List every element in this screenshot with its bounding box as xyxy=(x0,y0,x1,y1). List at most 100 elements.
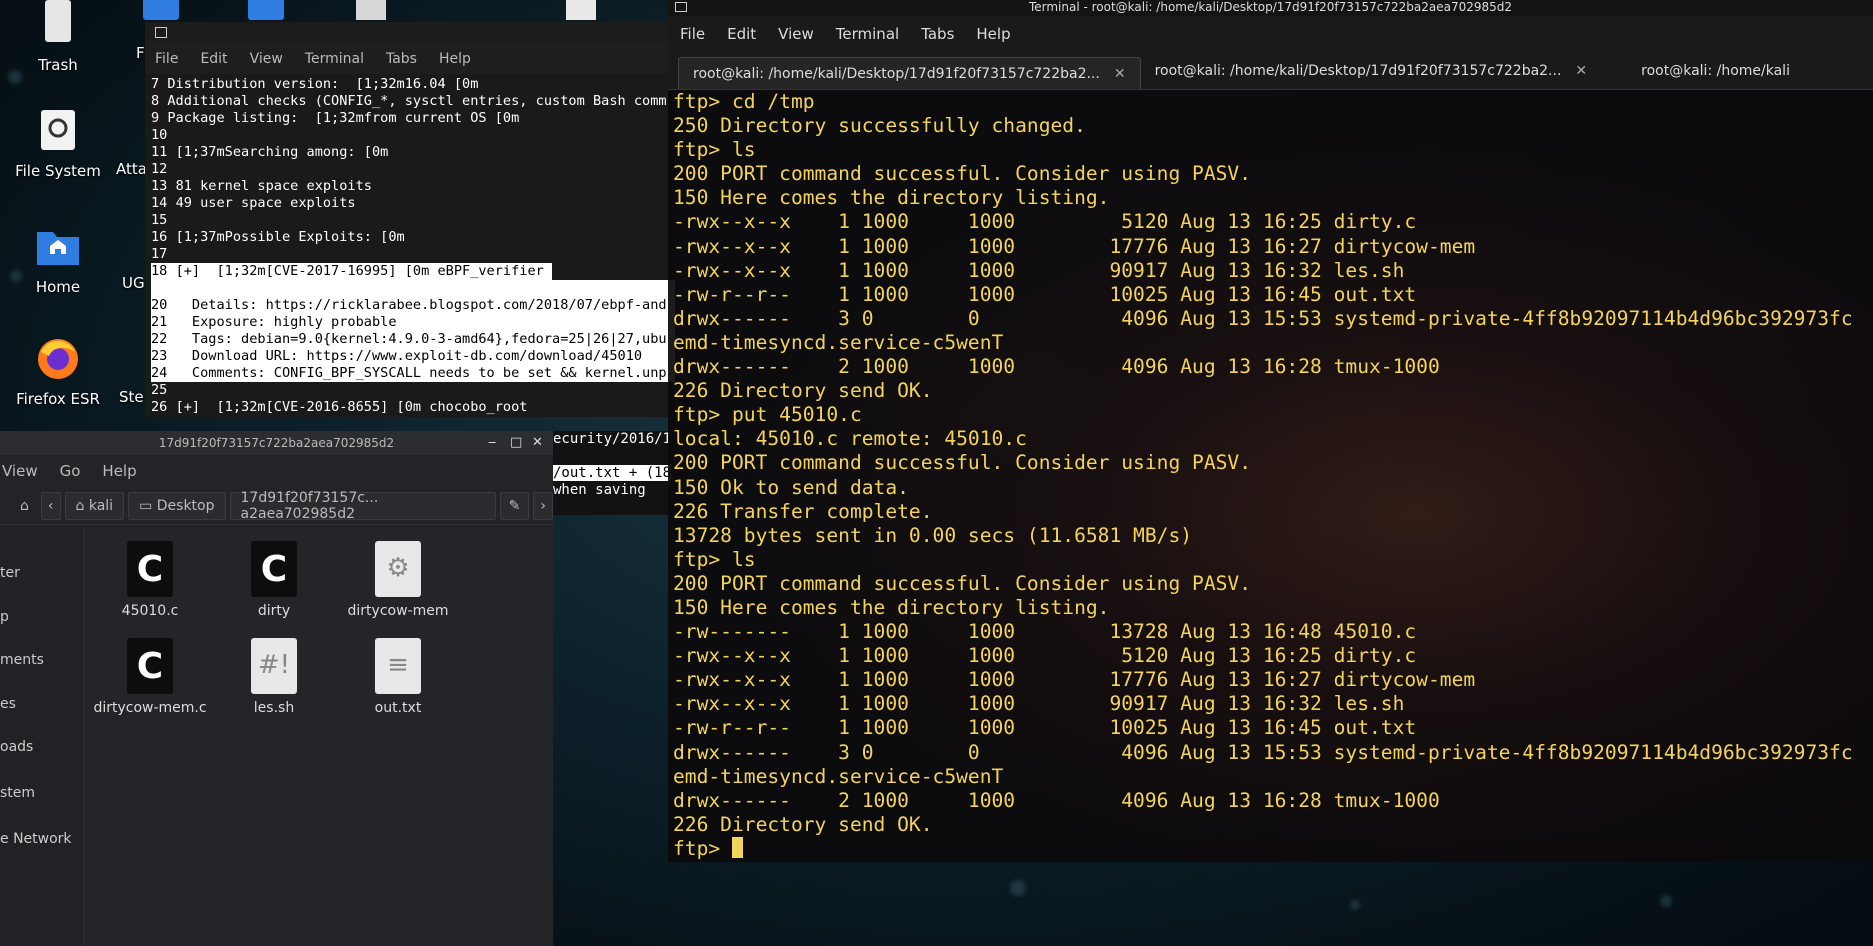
line-number: 18 xyxy=(151,263,176,279)
path-segment-desktop[interactable]: ▭ Desktop xyxy=(128,491,226,520)
menu-view[interactable]: View xyxy=(778,25,814,43)
back-terminal-output[interactable]: 7 Distribution version: [1;32m16.04 [0m 8… xyxy=(145,74,675,415)
terminal-line: -rwx--x--x 1 1000 1000 90917 Aug 13 16:3… xyxy=(673,258,1405,282)
desktop-icon-label: Home xyxy=(35,278,81,296)
desktop-icon-file-system[interactable]: File System xyxy=(3,106,113,180)
line-text: [1;37mSearching among: [0m xyxy=(175,144,389,160)
icon-glyph: ⚙ xyxy=(386,553,410,583)
terminal-line: drwx------ 3 0 0 4096 Aug 13 15:53 syste… xyxy=(673,306,1853,330)
desktop-folder-icon[interactable] xyxy=(143,0,179,20)
menu-help[interactable]: Help xyxy=(102,462,136,480)
terminal-line: -rw------- 1 1000 1000 13728 Aug 13 16:4… xyxy=(673,620,1417,644)
terminal-line: -rwx--x--x 1 1000 1000 17776 Aug 13 16:2… xyxy=(673,234,1476,258)
desktop-icon-home[interactable]: Home xyxy=(3,222,113,296)
terminal-line: 13728 bytes sent in 0.00 secs (11.6581 M… xyxy=(673,523,1193,547)
maximize-icon[interactable]: □ xyxy=(510,431,522,455)
file-manager-window[interactable]: 17d91f20f73157c722ba2aea702985d2 ‒ □ ✕ V… xyxy=(0,431,553,946)
file-item[interactable]: ≡ out.txt xyxy=(338,638,458,716)
back-terminal-line: 21 Exposure: highly probable xyxy=(151,314,675,331)
back-terminal-line: 7 Distribution version: [1;32m16.04 [0m xyxy=(151,76,675,93)
terminal-line: 250 Directory successfully changed. xyxy=(673,114,1086,138)
menu-view[interactable]: View xyxy=(250,51,283,67)
menu-file[interactable]: File xyxy=(680,25,705,43)
back-terminal-titlebar[interactable] xyxy=(145,22,675,44)
home-icon[interactable]: ⌂ xyxy=(12,492,37,520)
text-cursor xyxy=(731,836,743,858)
file-manager-titlebar[interactable]: 17d91f20f73157c722ba2aea702985d2 ‒ □ ✕ xyxy=(0,431,553,455)
path-segment-current[interactable]: 17d91f20f73157c... a2aea702985d2 xyxy=(229,490,496,522)
executable-gear-icon: ⚙ xyxy=(375,541,421,597)
terminal-window[interactable]: Terminal - root@kali: /home/kali/Desktop… xyxy=(668,0,1873,862)
sidebar-item[interactable]: ments xyxy=(0,652,44,668)
terminal-prompt-line[interactable]: ftp> xyxy=(673,836,1873,861)
terminal-line: ftp> put 45010.c xyxy=(673,403,862,427)
menu-tabs[interactable]: Tabs xyxy=(386,51,417,67)
file-name: 45010.c xyxy=(121,603,179,619)
mid-terminal-line: when saving xyxy=(553,482,646,498)
desktop-icon-firefox[interactable]: Firefox ESR xyxy=(3,334,113,408)
file-item[interactable]: C dirtycow-mem.c xyxy=(90,638,210,716)
terminal-output[interactable]: ftp> cd /tmp 250 Directory successfully c… xyxy=(668,90,1873,861)
terminal-line: -rwx--x--x 1 1000 1000 5120 Aug 13 16:25… xyxy=(673,644,1417,668)
terminal-line: -rw-r--r-- 1 1000 1000 10025 Aug 13 16:4… xyxy=(673,282,1417,306)
back-terminal-line: 26 [+] [1;32m[CVE-2016-8655] [0m chocobo… xyxy=(151,399,675,415)
icon-glyph: C xyxy=(260,549,288,590)
terminal-line: drwx------ 3 0 0 4096 Aug 13 15:53 syste… xyxy=(673,740,1853,764)
terminal-menubar: File Edit View Terminal Tabs Help xyxy=(668,16,1873,52)
menu-tabs[interactable]: Tabs xyxy=(921,25,954,43)
close-icon[interactable]: ✕ xyxy=(1114,66,1126,82)
mid-terminal-window[interactable]: ecurity/2016/1 /out.txt + (18 when savin… xyxy=(553,431,683,515)
sidebar-item[interactable]: stem xyxy=(0,785,35,801)
terminal-tab[interactable]: root@kali: /home/kali/Desktop/17d91f20f7… xyxy=(678,57,1141,89)
file-item[interactable]: ⚙ dirtycow-mem xyxy=(338,541,458,619)
line-number: 17 xyxy=(151,246,176,262)
path-bar: ⌂ ‹ ⌂ kali ▭ Desktop 17d91f20f73157c... … xyxy=(0,487,553,525)
icon-glyph: #! xyxy=(257,650,291,680)
line-number: 7 xyxy=(151,76,168,92)
menu-help[interactable]: Help xyxy=(976,25,1010,43)
path-back-chevron-icon[interactable]: ‹ xyxy=(40,491,61,520)
desktop-icon-trash[interactable]: Trash xyxy=(3,0,113,74)
terminal-body[interactable]: ftp> cd /tmp 250 Directory successfully c… xyxy=(668,90,1873,862)
back-terminal-line: 25 xyxy=(151,382,675,399)
terminal-line: ftp> cd /tmp xyxy=(673,90,815,113)
sidebar-item[interactable]: e Network xyxy=(0,831,72,847)
desktop-icon-label: File System xyxy=(15,162,101,180)
file-item[interactable]: C 45010.c xyxy=(90,541,210,619)
terminal-tab[interactable]: root@kali: /home/kali/Desktop/17d91f20f7… xyxy=(1141,52,1602,89)
terminal-line: 150 Here comes the directory listing. xyxy=(673,595,1110,619)
terminal-icon xyxy=(675,2,687,12)
sidebar-item[interactable]: ter xyxy=(0,565,20,581)
edit-path-icon[interactable]: ✎ xyxy=(499,491,530,520)
close-icon[interactable]: ✕ xyxy=(532,431,543,455)
file-manager-menubar: View Go Help xyxy=(0,455,553,487)
menu-edit[interactable]: Edit xyxy=(727,25,756,43)
menu-edit[interactable]: Edit xyxy=(200,51,227,67)
path-segment-kali[interactable]: ⌂ kali xyxy=(64,491,125,520)
terminal-tab[interactable]: root@kali: /home/kali xyxy=(1601,52,1804,89)
back-terminal-window[interactable]: File Edit View Terminal Tabs Help 7 Dist… xyxy=(145,22,675,417)
menu-terminal[interactable]: Terminal xyxy=(836,25,899,43)
line-number: 10 xyxy=(151,127,176,143)
menu-terminal[interactable]: Terminal xyxy=(305,51,364,67)
menu-view[interactable]: View xyxy=(2,462,38,480)
sidebar-item[interactable]: p xyxy=(0,609,9,625)
menu-go[interactable]: Go xyxy=(60,462,81,480)
sidebar-item[interactable]: oads xyxy=(0,739,33,755)
desktop-text-file-icon[interactable] xyxy=(566,0,596,20)
desktop-script-icon[interactable] xyxy=(356,0,386,20)
file-item[interactable]: C dirty xyxy=(214,541,334,619)
terminal-titlebar[interactable]: Terminal - root@kali: /home/kali/Desktop… xyxy=(668,0,1873,16)
path-forward-chevron-icon[interactable]: › xyxy=(533,491,553,520)
minimize-icon[interactable]: ‒ xyxy=(488,431,496,455)
menu-file[interactable]: File xyxy=(155,51,178,67)
desktop-folder-icon[interactable] xyxy=(248,0,284,20)
c-source-icon: C xyxy=(127,638,173,694)
line-number: 9 xyxy=(151,110,168,126)
sidebar-item[interactable]: es xyxy=(0,696,16,712)
back-terminal-line: 19 xyxy=(151,280,675,297)
file-view[interactable]: C 45010.c C dirty ⚙ dirtycow-mem C dirty… xyxy=(84,527,553,946)
file-item[interactable]: #! les.sh xyxy=(214,638,334,716)
menu-help[interactable]: Help xyxy=(439,51,471,67)
close-icon[interactable]: ✕ xyxy=(1575,63,1587,79)
